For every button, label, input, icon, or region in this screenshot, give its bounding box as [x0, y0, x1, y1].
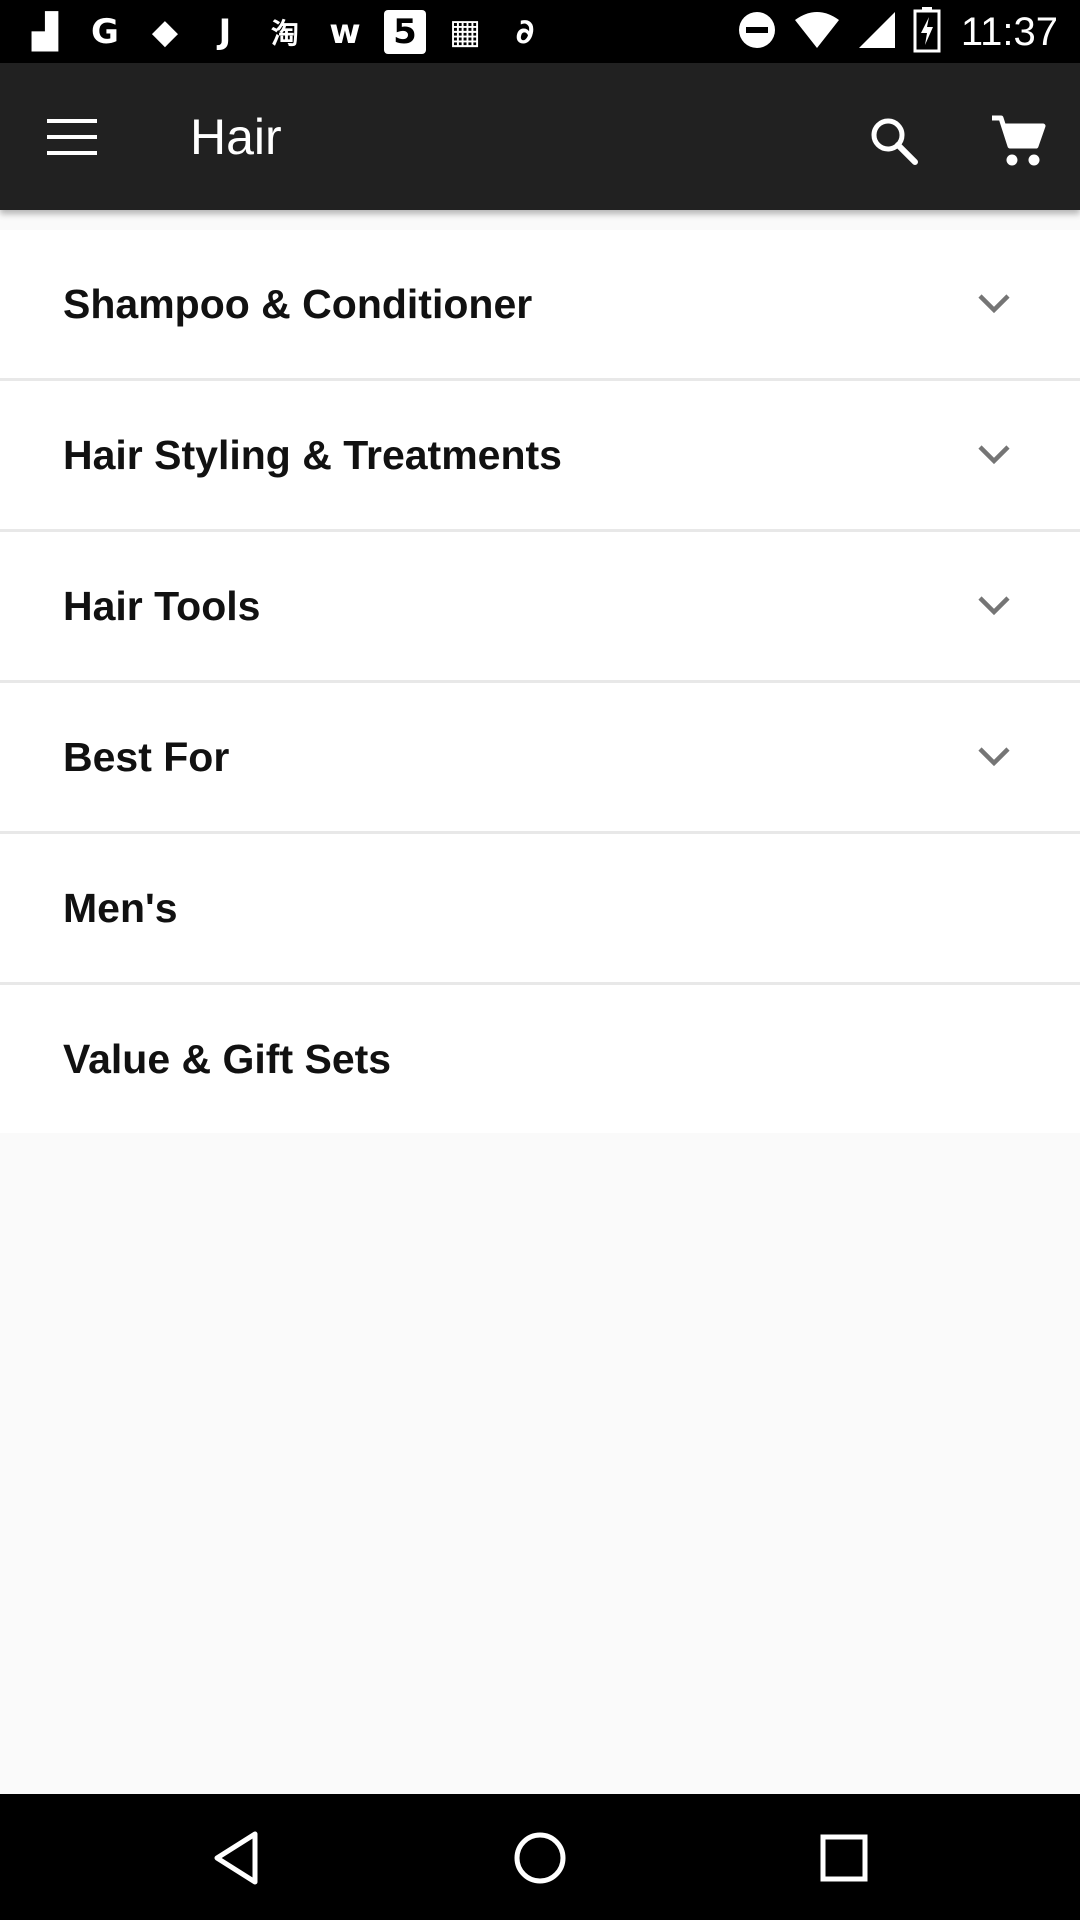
cart-icon: [992, 115, 1046, 166]
status-time: 11:37: [960, 9, 1058, 54]
five-icon: 5: [384, 10, 426, 54]
category-label: Men's: [63, 884, 178, 931]
home-circle-icon: [514, 1832, 566, 1884]
do-not-disturb-icon: [737, 10, 777, 55]
category-label: Hair Styling & Treatments: [63, 431, 562, 478]
status-system-icons: 11:37: [737, 6, 1058, 58]
category-item-hair-styling-treatments[interactable]: Hair Styling & Treatments: [0, 381, 1080, 532]
wifi-icon: [793, 10, 841, 55]
battery-charging-icon: [913, 6, 941, 58]
category-item-value-gift-sets[interactable]: Value & Gift Sets: [0, 985, 1080, 1133]
app-toolbar: Hair: [0, 63, 1080, 210]
status-notification-icons: ▟ G ◆ J 淘 w 5 ▦ ∂: [24, 8, 546, 56]
recents-button[interactable]: [804, 1818, 884, 1898]
search-button[interactable]: [858, 105, 930, 177]
recents-square-icon: [820, 1834, 868, 1882]
chevron-down-icon: [974, 586, 1014, 626]
menu-button[interactable]: [24, 101, 120, 173]
page-title: Hair: [190, 109, 282, 165]
j-icon: J: [218, 12, 232, 52]
category-item-hair-tools[interactable]: Hair Tools: [0, 532, 1080, 683]
category-item-shampoo-conditioner[interactable]: Shampoo & Conditioner: [0, 230, 1080, 381]
back-button[interactable]: [196, 1818, 276, 1898]
status-bar: ▟ G ◆ J 淘 w 5 ▦ ∂ 11:37: [0, 0, 1080, 63]
home-button[interactable]: [500, 1818, 580, 1898]
category-label: Shampoo & Conditioner: [63, 280, 533, 327]
link-icon: ∂: [515, 12, 535, 52]
system-navigation-bar: [0, 1794, 1080, 1920]
w-icon: w: [329, 12, 361, 52]
grid-icon: ▦: [448, 12, 482, 52]
drive-icon: ◆: [151, 12, 179, 52]
category-label: Hair Tools: [63, 582, 261, 629]
notification-app-icon: ▟: [31, 12, 59, 52]
category-label: Value & Gift Sets: [63, 1035, 392, 1082]
search-icon: [871, 118, 918, 165]
chevron-down-icon: [974, 284, 1014, 324]
signal-icon: [857, 10, 897, 55]
taobao-icon: 淘: [270, 17, 299, 50]
back-triangle-icon: [214, 1831, 258, 1885]
google-icon: G: [91, 12, 119, 52]
chevron-down-icon: [974, 435, 1014, 475]
chevron-down-icon: [974, 737, 1014, 777]
category-item-best-for[interactable]: Best For: [0, 683, 1080, 834]
category-label: Best For: [63, 733, 230, 780]
category-item-mens[interactable]: Men's: [0, 834, 1080, 985]
hamburger-menu-icon: [47, 119, 97, 155]
cart-button[interactable]: [980, 103, 1056, 179]
category-list: Shampoo & Conditioner Hair Styling & Tre…: [0, 230, 1080, 1133]
